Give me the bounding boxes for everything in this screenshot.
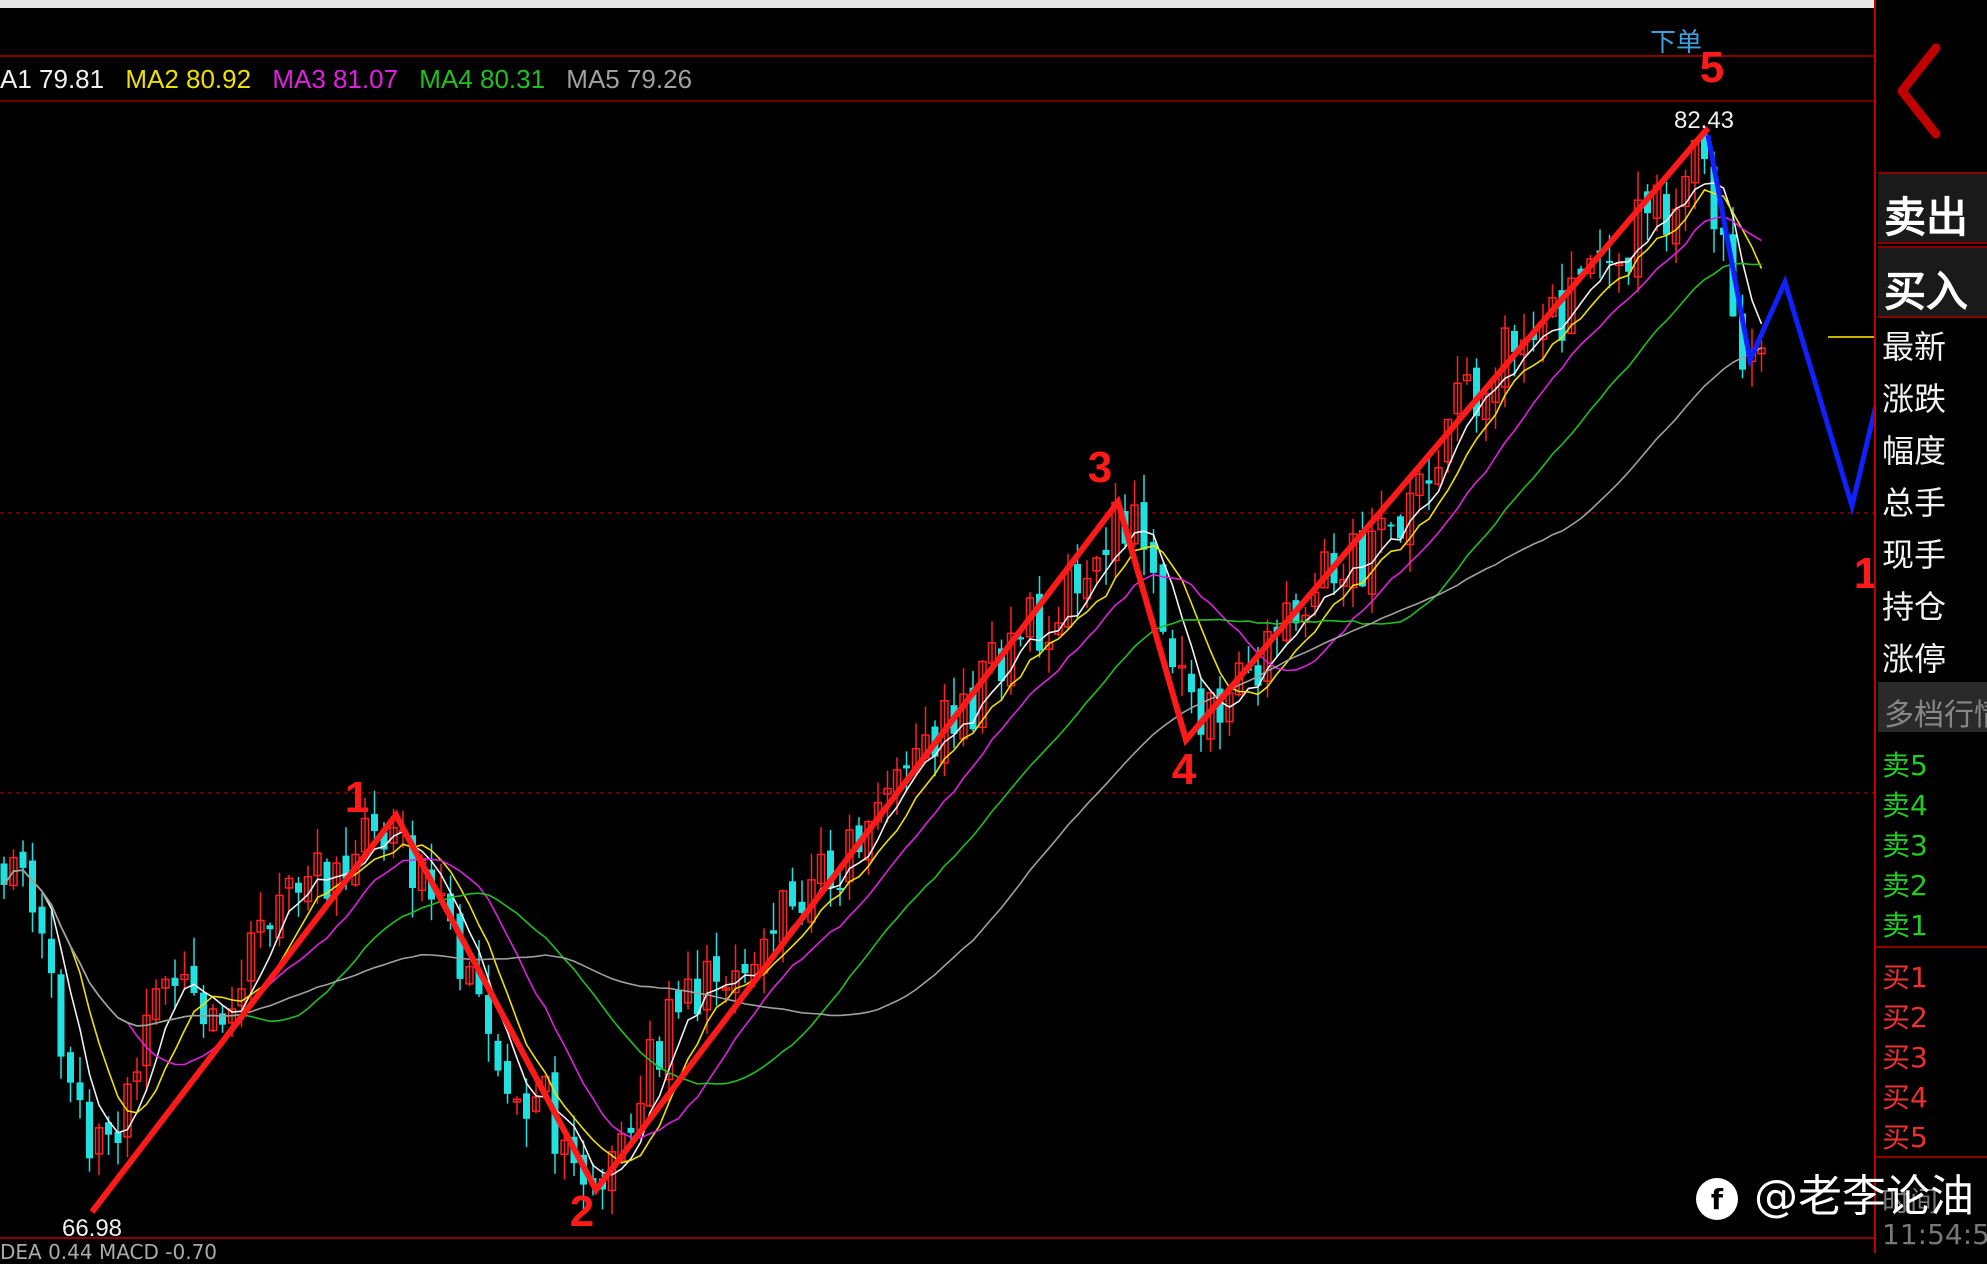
candle-body-down	[219, 1013, 226, 1025]
field-open-interest: 持仓	[1882, 588, 1947, 626]
candle-body-down	[38, 906, 46, 934]
ma3-line	[3, 215, 1762, 1139]
buy-level-2: 买2	[1882, 1001, 1928, 1034]
candle-body-down	[171, 977, 179, 986]
candle-body-down	[1425, 480, 1433, 484]
buy-level-1: 买1	[1882, 961, 1928, 994]
sell-level-3: 卖3	[1882, 829, 1928, 862]
trade-side-panel: 卖出 买入 最新 涨跌 幅度 总手 现手 持仓 涨停 多档行情 卖5 卖4 卖3…	[1874, 0, 1987, 1253]
buy-level-3: 买3	[1882, 1041, 1928, 1074]
wave-label-1: 1	[345, 773, 369, 822]
candle-body-down	[190, 965, 198, 993]
field-latest: 最新	[1882, 328, 1947, 366]
ma3-label: MA3 81.07	[272, 64, 399, 94]
ma1-line	[3, 182, 1763, 1176]
candle-body-down	[741, 963, 749, 974]
candle-body-down	[770, 930, 777, 934]
ma5-line	[3, 347, 1762, 1027]
candle-body-down	[29, 860, 36, 913]
candle-body-down	[57, 974, 65, 1057]
candlestick-chart: 1 2 3 4 5 1 82.43 66.98	[0, 43, 1874, 1242]
buy-level-4: 买4	[1882, 1081, 1928, 1114]
place-order-link[interactable]: 下单	[1650, 22, 1702, 59]
sell-button[interactable]: 卖出	[1878, 172, 1987, 244]
candle-body-down	[836, 887, 844, 890]
ma2-label: MA2 80.92	[125, 64, 252, 94]
wave-label-4: 4	[1172, 745, 1197, 794]
time-divider	[1876, 1156, 1987, 1158]
sell-level-1: 卖1	[1882, 909, 1928, 942]
buy-level-5: 买5	[1882, 1121, 1928, 1154]
chevron-left-icon[interactable]	[1888, 36, 1948, 146]
candle-body-down	[19, 851, 27, 868]
macd-readout: DEA 0.44 MACD -0.70	[0, 1240, 218, 1264]
ma-legend: A1 79.81 MA2 80.92 MA3 81.07 MA4 80.31 M…	[0, 64, 706, 98]
multi-level-quote-tab[interactable]: 多档行情	[1878, 682, 1987, 733]
candle-body-down	[1159, 564, 1167, 632]
field-last-volume: 现手	[1882, 536, 1947, 574]
svg-text:f: f	[1711, 1183, 1724, 1216]
candle-body-down	[1102, 549, 1110, 556]
wave-label-5: 5	[1700, 43, 1724, 92]
ma2-line	[3, 188, 1763, 1164]
candle-body-down	[200, 992, 207, 1025]
sell-level-4: 卖4	[1882, 789, 1928, 822]
high-price-label: 82.43	[1674, 107, 1734, 134]
forecast-zigzag-blue	[1705, 134, 1874, 516]
field-volume: 总手	[1882, 484, 1947, 522]
candle-body-down	[1074, 564, 1081, 594]
candle-body-down	[456, 913, 464, 979]
candle-body-down	[67, 1052, 74, 1083]
wave-zigzag-red	[89, 126, 1711, 1214]
candle-body-down	[713, 956, 720, 982]
buy-button[interactable]: 买入	[1878, 246, 1987, 318]
sell-button-label: 卖出	[1884, 193, 1969, 242]
candle-body-down	[1387, 524, 1395, 527]
book-divider	[1876, 946, 1987, 948]
watermark: f @老李论油	[1694, 1160, 1974, 1224]
multi-level-label: 多档行情	[1884, 698, 1987, 733]
ma1-label: A1 79.81	[0, 64, 105, 94]
kline-chart-area: 1 2 3 4 5 1 82.43 66.98 A1 79.81 MA2 80.92 MA3 …	[0, 0, 1987, 1264]
field-limit-up: 涨停	[1882, 640, 1947, 678]
low-price-label: 66.98	[62, 1215, 122, 1242]
candle-body-down	[295, 882, 302, 893]
candle-body-down	[627, 1127, 635, 1133]
candle-body-down	[48, 938, 55, 974]
sell-level-5: 卖5	[1882, 749, 1928, 782]
candle-body-down	[789, 881, 796, 907]
candle-body-down	[371, 814, 378, 832]
ma4-label: MA4 80.31	[419, 64, 546, 94]
candle-body-down	[675, 990, 682, 1013]
candle-body-down	[86, 1101, 93, 1159]
field-change: 涨跌	[1882, 380, 1947, 418]
brand-logo-icon: f	[1696, 1178, 1738, 1220]
candle-body-down	[504, 1061, 511, 1094]
wave-label-3: 3	[1088, 443, 1112, 492]
watermark-text: @老李论油	[1754, 1171, 1974, 1222]
candle-body-down	[1188, 673, 1195, 693]
candle-body-down	[1606, 260, 1613, 263]
buy-button-label: 买入	[1884, 267, 1969, 316]
candle-body-down	[903, 765, 910, 769]
forecast-label-1: 1	[1854, 549, 1874, 598]
candle-body-down	[1663, 194, 1670, 235]
candle-body-down	[494, 1040, 502, 1071]
candle-body-down	[485, 995, 492, 1034]
candle-body-down	[76, 1082, 84, 1101]
candle-body-down	[523, 1093, 530, 1119]
field-percent: 幅度	[1882, 432, 1947, 470]
candle-body-down	[1169, 638, 1176, 668]
ma5-label: MA5 79.26	[566, 64, 693, 94]
candle-body-down	[1140, 502, 1148, 550]
sell-level-2: 卖2	[1882, 869, 1928, 902]
wave-label-2: 2	[570, 1187, 594, 1236]
candle-body-down	[266, 925, 274, 930]
